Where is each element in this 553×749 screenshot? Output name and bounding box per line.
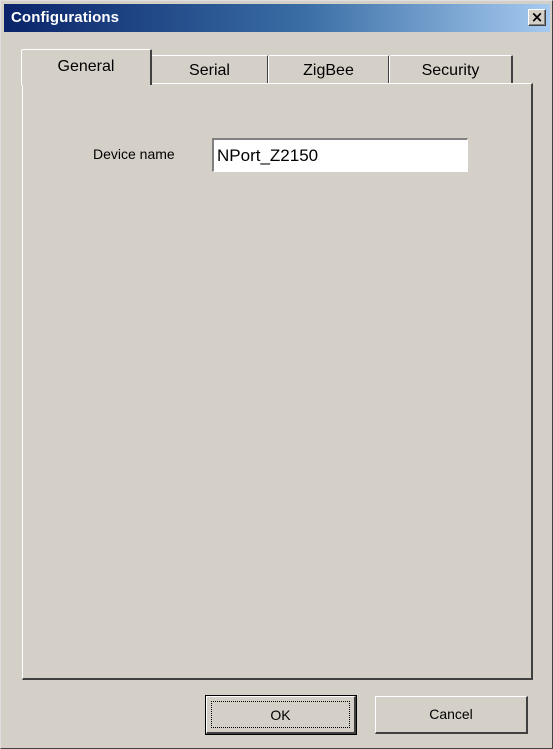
tab-serial-label: Serial <box>189 62 230 79</box>
tab-serial[interactable]: Serial <box>151 55 269 85</box>
tab-general[interactable]: General <box>21 49 152 85</box>
title-bar[interactable]: Configurations × <box>4 4 550 32</box>
general-tab-panel: Device name <box>22 83 533 680</box>
tab-security-label: Security <box>421 62 480 79</box>
device-name-input[interactable] <box>212 138 468 172</box>
tab-general-label: General <box>57 58 115 75</box>
configurations-dialog: Configurations × General Serial ZigBee S… <box>0 0 553 749</box>
close-button[interactable]: × <box>528 9 546 26</box>
device-name-label: Device name <box>93 146 175 162</box>
cancel-button[interactable]: Cancel <box>375 696 528 734</box>
tab-security[interactable]: Security <box>389 55 513 85</box>
close-icon: × <box>530 8 544 26</box>
ok-button-label: OK <box>211 701 350 728</box>
tab-zigbee-label: ZigBee <box>303 62 354 79</box>
window-title: Configurations <box>11 9 120 26</box>
ok-button[interactable]: OK <box>205 695 357 735</box>
tab-zigbee[interactable]: ZigBee <box>268 55 390 85</box>
